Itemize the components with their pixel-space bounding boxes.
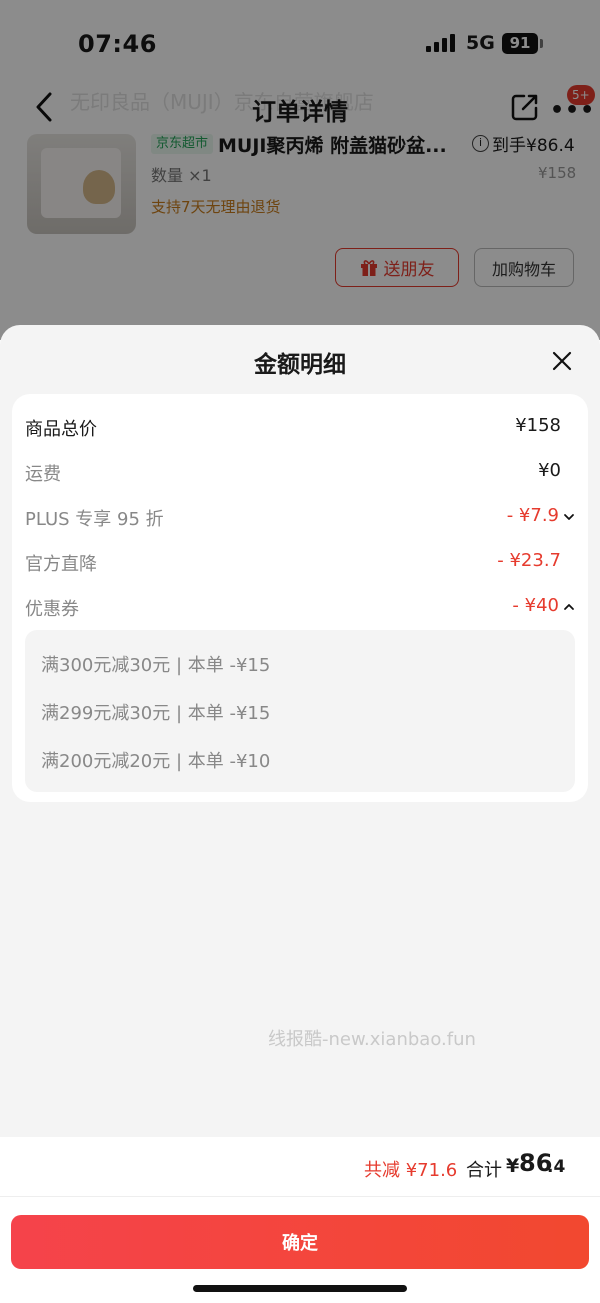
goods-total-label: 商品总价 bbox=[25, 419, 97, 440]
total-saved: 共减 ¥71.6 bbox=[364, 1160, 458, 1181]
amount-card: 商品总价 ¥158 运费 ¥0 PLUS 专享 95 折 - ¥7.9 官方直降… bbox=[12, 394, 588, 802]
close-icon[interactable] bbox=[550, 349, 574, 373]
row-official-discount: 官方直降 - ¥23.7 bbox=[25, 547, 575, 577]
official-discount-label: 官方直降 bbox=[25, 554, 97, 575]
confirm-button[interactable]: 确定 bbox=[11, 1215, 589, 1269]
footer-divider bbox=[0, 1196, 600, 1197]
coupon-item: 满300元减30元 | 本单 -¥15 bbox=[41, 655, 271, 676]
chevron-down-icon[interactable] bbox=[563, 511, 575, 523]
official-discount-value: - ¥23.7 bbox=[497, 550, 561, 571]
sheet-title: 金额明细 bbox=[254, 352, 346, 378]
row-plus-discount[interactable]: PLUS 专享 95 折 - ¥7.9 bbox=[25, 502, 575, 532]
watermark: 线报酷-new.xianbao.fun bbox=[268, 1029, 476, 1050]
plus-discount-value: - ¥7.9 bbox=[506, 505, 559, 526]
coupon-list: 满300元减30元 | 本单 -¥15 满299元减30元 | 本单 -¥15 … bbox=[25, 630, 575, 792]
total-label: 合计 bbox=[466, 1160, 502, 1181]
coupon-label: 优惠券 bbox=[25, 599, 79, 620]
row-coupon[interactable]: 优惠券 - ¥40 bbox=[25, 592, 575, 622]
amount-detail-sheet: 金额明细 商品总价 ¥158 运费 ¥0 PLUS 专享 95 折 - ¥7.9… bbox=[0, 325, 600, 1303]
total-currency: ¥ bbox=[506, 1155, 520, 1177]
coupon-item: 满299元减30元 | 本单 -¥15 bbox=[41, 703, 271, 724]
modal-overlay[interactable] bbox=[0, 0, 600, 340]
shipping-label: 运费 bbox=[25, 464, 61, 485]
shipping-value: ¥0 bbox=[538, 460, 561, 481]
sheet-footer: 共减 ¥71.6 合计 ¥ 86 .4 确定 bbox=[0, 1137, 600, 1303]
home-indicator bbox=[193, 1285, 407, 1292]
total-amount-decimal: .4 bbox=[547, 1157, 566, 1177]
coupon-item: 满200元减20元 | 本单 -¥10 bbox=[41, 751, 271, 772]
plus-discount-label: PLUS 专享 95 折 bbox=[25, 509, 164, 530]
row-goods-total: 商品总价 ¥158 bbox=[25, 412, 575, 442]
chevron-up-icon[interactable] bbox=[563, 601, 575, 613]
row-shipping: 运费 ¥0 bbox=[25, 457, 575, 487]
coupon-value: - ¥40 bbox=[512, 595, 559, 616]
goods-total-value: ¥158 bbox=[515, 415, 561, 436]
